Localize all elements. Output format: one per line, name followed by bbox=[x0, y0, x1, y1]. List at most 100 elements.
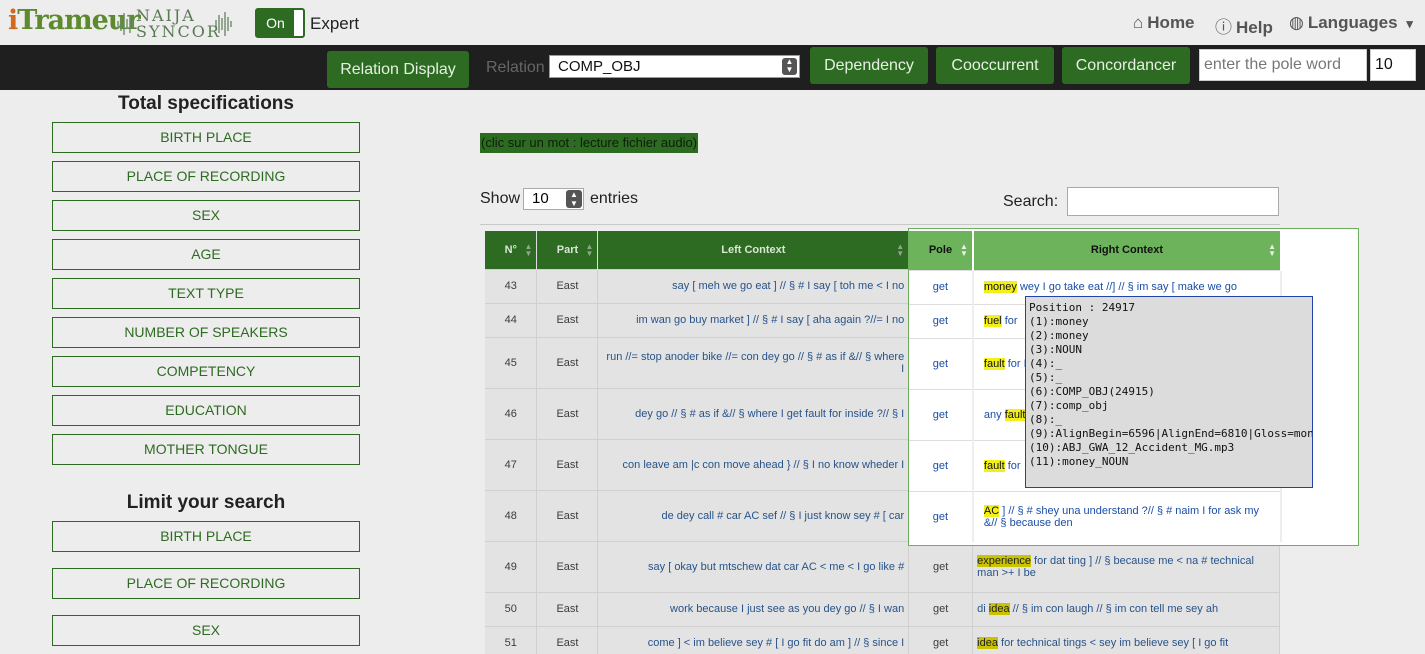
limit-sex[interactable]: SEX bbox=[52, 615, 360, 646]
pole-word[interactable]: get bbox=[909, 337, 974, 389]
filter-place-of-recording[interactable]: PLACE OF RECORDING bbox=[52, 161, 360, 192]
table-row: 50 East work because I just see as you d… bbox=[485, 591, 1280, 626]
expert-toggle[interactable]: On bbox=[255, 8, 305, 38]
audio-hint-note: (clic sur un mot : lecture fichier audio… bbox=[480, 133, 699, 153]
right-context[interactable]: di idea // § im con laugh // § im con te… bbox=[972, 591, 1280, 626]
pole-word[interactable]: get bbox=[908, 591, 974, 626]
home-icon: ⌂ bbox=[1133, 13, 1144, 32]
globe-icon: ◍ bbox=[1289, 13, 1304, 32]
tooltip-line: (8):_ bbox=[1029, 413, 1063, 426]
pole-word[interactable]: get bbox=[909, 388, 974, 440]
tooltip-line: (2):money bbox=[1029, 329, 1089, 342]
left-context[interactable]: say [ meh we go eat ] // § # I say [ toh… bbox=[597, 268, 910, 303]
left-context[interactable]: run //= stop anoder bike //= con dey go … bbox=[597, 336, 910, 388]
filter-text-type[interactable]: TEXT TYPE bbox=[52, 278, 360, 309]
naija-syncor-logo[interactable]: NAIJA SYNCOR bbox=[116, 5, 234, 41]
table-row: 51 East come ] < im believe sey # [ I go… bbox=[485, 625, 1280, 654]
relation-select-value: COMP_OBJ bbox=[558, 58, 641, 75]
dependency-button[interactable]: Dependency bbox=[810, 47, 928, 84]
row-number: 45 bbox=[485, 336, 538, 388]
entries-select-value: 10 bbox=[532, 190, 549, 207]
entries-label: entries bbox=[590, 190, 639, 207]
left-context[interactable]: con leave am |c con move ahead } // § I … bbox=[597, 438, 910, 490]
left-context[interactable]: say [ okay but mtschew dat car AC < me <… bbox=[597, 540, 910, 592]
relation-select[interactable]: COMP_OBJ ▲ ▼ bbox=[549, 55, 800, 78]
tooltip-line: (7):comp_obj bbox=[1029, 399, 1109, 412]
filter-age[interactable]: AGE bbox=[52, 239, 360, 270]
pole-word[interactable]: get bbox=[908, 540, 974, 592]
pole-word[interactable]: get bbox=[909, 303, 974, 338]
row-part: East bbox=[536, 591, 599, 626]
limit-place-of-recording[interactable]: PLACE OF RECORDING bbox=[52, 568, 360, 599]
pole-word[interactable]: get bbox=[909, 269, 974, 304]
tooltip-line: (9):AlignBegin=6596|AlignEnd=6810|Gloss=… bbox=[1029, 427, 1313, 440]
nav-languages-label: Languages bbox=[1307, 13, 1398, 32]
col-header-right-context[interactable]: Right Context ▲ ▼ bbox=[972, 231, 1283, 270]
right-context[interactable]: experience for dat ting ] // § because m… bbox=[972, 540, 1280, 592]
filter-birth-place[interactable]: BIRTH PLACE bbox=[52, 122, 360, 153]
left-context[interactable]: de dey call # car AC sef // § I just kno… bbox=[597, 489, 910, 541]
tooltip-line: (4):_ bbox=[1029, 357, 1063, 370]
row-number: 50 bbox=[485, 591, 538, 626]
toggle-on-label: On bbox=[257, 10, 294, 36]
filter-competency[interactable]: COMPETENCY bbox=[52, 356, 360, 387]
tooltip-line: Position : 24917 bbox=[1029, 301, 1135, 314]
tooltip-line: (3):NOUN bbox=[1029, 343, 1082, 356]
chevron-down-icon: ▾ bbox=[1406, 16, 1413, 31]
col-header-part[interactable]: Part ▲ ▼ bbox=[536, 231, 599, 269]
cooccurrent-button[interactable]: Cooccurrent bbox=[936, 47, 1054, 84]
info-icon: ⓘ bbox=[1215, 18, 1232, 37]
expert-label: Expert bbox=[310, 14, 360, 33]
tooltip-line: (5):_ bbox=[1029, 371, 1063, 384]
concordancer-button[interactable]: Concordancer bbox=[1062, 47, 1190, 84]
total-specifications-title: Total specifications bbox=[118, 93, 294, 114]
left-context[interactable]: dey go // § # as if &// § where I get fa… bbox=[597, 387, 910, 439]
tooltip-line: (10):ABJ_GWA_12_Accident_MG.mp3 bbox=[1029, 441, 1235, 454]
entries-per-page-select[interactable]: 10 ▲ ▼ bbox=[523, 188, 584, 210]
row-part: East bbox=[536, 625, 599, 654]
table-search-input[interactable] bbox=[1067, 187, 1279, 216]
limit-search-title: Limit your search bbox=[126, 492, 286, 513]
row-number: 48 bbox=[485, 489, 538, 541]
row-part: East bbox=[536, 387, 599, 439]
left-context[interactable]: im wan go buy market ] // § # I say [ ah… bbox=[597, 302, 910, 337]
table-row: 49 East say [ okay but mtschew dat car A… bbox=[485, 540, 1280, 592]
nav-home[interactable]: ⌂ Home bbox=[1133, 13, 1195, 33]
right-context[interactable]: AC ] // § # shey una understand ?// § # … bbox=[972, 490, 1283, 542]
row-number: 44 bbox=[485, 302, 538, 337]
pole-word[interactable]: get bbox=[909, 490, 974, 542]
relation-display-button[interactable]: Relation Display bbox=[327, 51, 469, 88]
nav-help-label: Help bbox=[1236, 18, 1273, 37]
filter-mother-tongue[interactable]: MOTHER TONGUE bbox=[52, 434, 360, 465]
limit-input[interactable]: 10 bbox=[1370, 49, 1416, 81]
select-arrows-icon: ▲ ▼ bbox=[782, 58, 797, 75]
left-context[interactable]: work because I just see as you dey go //… bbox=[597, 591, 910, 626]
filter-number-of-speakers[interactable]: NUMBER OF SPEAKERS bbox=[52, 317, 360, 348]
right-context[interactable]: idea for technical tings < sey im believ… bbox=[972, 625, 1280, 654]
col-header-number[interactable]: N° ▲ ▼ bbox=[485, 231, 538, 269]
divider bbox=[480, 224, 1280, 225]
row-number: 51 bbox=[485, 625, 538, 654]
page: { "header": { "logo_itrameur_i": "i", "l… bbox=[0, 0, 1425, 654]
pole-word[interactable]: get bbox=[909, 439, 974, 491]
pole-word[interactable]: get bbox=[908, 625, 974, 654]
pole-word-input[interactable]: enter the pole word bbox=[1199, 49, 1367, 81]
tooltip-line: (1):money bbox=[1029, 315, 1089, 328]
main-toolbar: Relation Display Relation COMP_OBJ ▲ ▼ De… bbox=[0, 45, 1425, 90]
left-context[interactable]: come ] < im believe sey # [ I go fit do … bbox=[597, 625, 910, 654]
filter-education[interactable]: EDUCATION bbox=[52, 395, 360, 426]
filter-sex[interactable]: SEX bbox=[52, 200, 360, 231]
nav-home-label: Home bbox=[1147, 13, 1195, 32]
row-number: 43 bbox=[485, 268, 538, 303]
row-part: East bbox=[536, 302, 599, 337]
col-header-pole[interactable]: Pole ▲ ▼ bbox=[909, 231, 974, 270]
row-part: East bbox=[536, 268, 599, 303]
relation-label: Relation bbox=[486, 59, 545, 76]
sort-icon: ▲ ▼ bbox=[524, 242, 533, 258]
limit-birth-place[interactable]: BIRTH PLACE bbox=[52, 521, 360, 552]
nav-languages[interactable]: ◍ Languages ▾ bbox=[1289, 13, 1413, 33]
row-part: East bbox=[536, 489, 599, 541]
col-header-left-context[interactable]: Left Context ▲ ▼ bbox=[597, 231, 910, 269]
row-part: East bbox=[536, 438, 599, 490]
nav-help[interactable]: ⓘ Help bbox=[1215, 13, 1273, 38]
